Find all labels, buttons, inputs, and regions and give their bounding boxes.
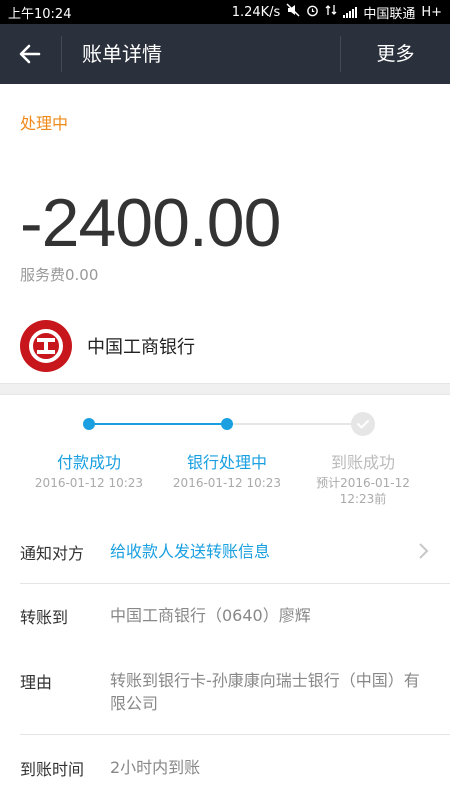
page-title: 账单详情: [82, 42, 162, 66]
progress-tracker: 付款成功 银行处理中 到账成功 2016-01-12 10:23 2016-01…: [0, 395, 450, 515]
step-time-processing: 2016-01-12 10:23: [172, 476, 282, 490]
reason-label: 理由: [20, 673, 53, 692]
transfer-to-label: 转账到: [20, 608, 69, 627]
service-fee: 服务费0.00: [20, 266, 99, 284]
bank-row: 中国工商银行: [0, 318, 450, 374]
reason-value: 转账到银行卡-孙康康向瑞士银行（中国）有限公司: [110, 671, 420, 713]
status-badge: 处理中: [20, 114, 69, 133]
row-divider: [20, 583, 450, 584]
step-time-arrived: 预计2016-01-12 12:23前: [316, 476, 410, 506]
status-right: 1.24K/s 中国联通 H+: [232, 3, 442, 22]
nav-bar: 账单详情 更多: [0, 24, 450, 84]
notify-action-link[interactable]: 给收款人发送转账信息: [110, 540, 430, 563]
back-button[interactable]: [0, 24, 60, 84]
transfer-to-value: 中国工商银行（0640）廖辉: [110, 606, 311, 625]
bank-name: 中国工商银行: [87, 337, 195, 358]
progress-line-done: [89, 423, 227, 425]
check-icon: [351, 412, 375, 436]
carrier-name: 中国联通: [363, 6, 416, 22]
signal-icon: [343, 6, 358, 18]
chevron-right-icon: [418, 542, 430, 564]
nav-divider: [61, 36, 62, 72]
alarm-icon: [306, 4, 319, 21]
row-divider: [20, 734, 450, 735]
more-button[interactable]: 更多: [341, 24, 450, 84]
step-dot-processing: [221, 418, 233, 430]
icbc-logo-icon: [20, 320, 72, 372]
arrival-value: 2小时内到账: [110, 758, 201, 777]
step-time-paid: 2016-01-12 10:23: [34, 476, 144, 490]
notify-row[interactable]: 通知对方 给收款人发送转账信息: [20, 540, 450, 564]
status-bar: 上午10:24 1.24K/s 中国联通 H+: [0, 0, 450, 24]
network-type: H+: [421, 4, 442, 20]
network-speed: 1.24K/s: [231, 4, 281, 20]
step-dot-paid: [83, 418, 95, 430]
step-label-paid: 付款成功: [56, 453, 121, 472]
data-arrows-icon: [325, 4, 337, 20]
progress-line-pending: [227, 423, 351, 425]
arrival-label: 到账时间: [20, 760, 85, 779]
status-time: 上午10:24: [8, 6, 72, 22]
step-label-arrived: 到账成功: [330, 453, 395, 472]
arrow-left-icon: [19, 44, 41, 64]
step-label-processing: 银行处理中: [186, 453, 267, 472]
mute-icon: [286, 3, 300, 21]
section-divider: [0, 383, 450, 395]
notify-label: 通知对方: [20, 544, 85, 563]
amount: -2400.00: [20, 185, 281, 261]
